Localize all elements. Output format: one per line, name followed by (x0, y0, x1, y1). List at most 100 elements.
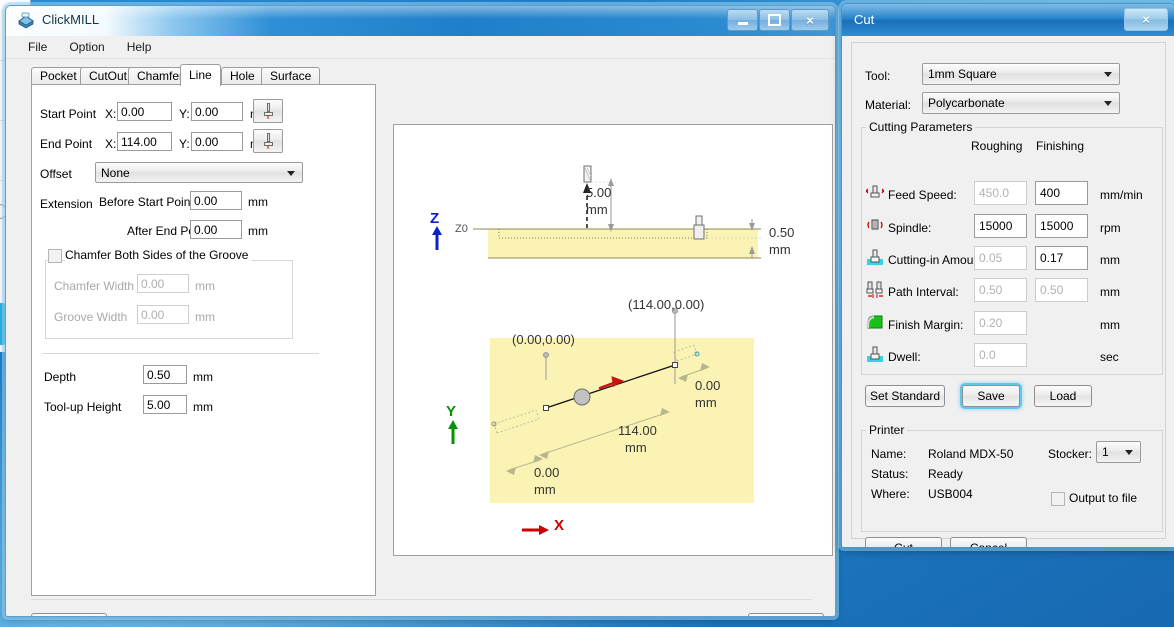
tab-surface[interactable]: Surface (261, 67, 321, 85)
groove-width-unit: mm (195, 310, 215, 324)
finishing-column-header: Finishing (1036, 139, 1085, 153)
length-dim-unit: mm (625, 440, 647, 455)
menu-item-option[interactable]: Option (69, 40, 104, 54)
cutting-in-amount-roughing-input: 0.05 (974, 246, 1027, 270)
end-x-input[interactable]: 114.00 (117, 132, 172, 151)
clickmill-title-bar[interactable]: ClickMILL × (6, 6, 835, 37)
ext-before-dim-unit: mm (534, 482, 556, 497)
window-controls: × (726, 9, 829, 31)
chevron-down-icon (1125, 450, 1133, 455)
stocker-value: 1 (1102, 445, 1109, 459)
cutting-in-amount-finishing-input[interactable]: 0.17 (1035, 246, 1088, 270)
chamfer-width-unit: mm (195, 279, 215, 293)
save-button[interactable]: Save (962, 385, 1020, 407)
printer-group-title: Printer (866, 423, 908, 437)
end-point-pick-button[interactable]: x (253, 129, 283, 153)
spindle-finishing-input[interactable]: 15000 (1035, 214, 1088, 238)
bottom-divider (31, 599, 812, 600)
before-start-label: Before Start Point: (99, 195, 198, 209)
tab-hole[interactable]: Hole (221, 67, 264, 85)
length-dim-value: 114.00 (618, 423, 657, 438)
stocker-select[interactable]: 1 (1096, 441, 1141, 463)
load-button[interactable]: Load (1034, 385, 1092, 407)
close-icon: × (1142, 12, 1150, 27)
output-to-file-label: Output to file (1069, 491, 1138, 505)
ext-after-dim-value: 0.00 (695, 378, 721, 393)
cut-dialog: Cut × Tool: 1mm Square Material: Polycar… (841, 3, 1174, 548)
depth-dim-unit: mm (769, 242, 791, 257)
printer-where-label: Where: (871, 487, 910, 501)
depth-input[interactable]: 0.50 (143, 365, 187, 384)
path-interval-label: Path Interval: (888, 285, 959, 299)
open-cut-dialog-button[interactable]: Cut... (31, 613, 107, 616)
y-axis-arrow-icon (448, 420, 458, 444)
spindle-unit: rpm (1100, 221, 1121, 235)
groove-width-label: Groove Width (54, 310, 128, 324)
close-window-button[interactable]: Close (748, 613, 824, 616)
menu-item-help[interactable]: Help (127, 40, 152, 54)
before-start-input[interactable]: 0.00 (190, 191, 242, 210)
feed-speed-label: Feed Speed: (888, 188, 957, 202)
feed-speed-icon (866, 185, 884, 198)
offset-label: Offset (40, 167, 72, 181)
clickmill-app-icon (18, 12, 34, 29)
cancel-button[interactable]: Cancel (950, 537, 1027, 547)
chevron-down-icon (287, 171, 295, 176)
cut-dialog-title-bar[interactable]: Cut × (842, 4, 1174, 37)
start-point-pick-button[interactable]: x (253, 99, 283, 123)
depth-label: Depth (44, 370, 77, 384)
finish-margin-unit: mm (1100, 318, 1120, 332)
maximize-button[interactable] (759, 9, 790, 31)
dwell-roughing-input: 0.0 (974, 343, 1027, 367)
spindle-roughing-input[interactable]: 15000 (974, 214, 1027, 238)
printer-name-value: Roland MDX-50 (928, 447, 1014, 461)
chamfer-width-label: Chamfer Width (54, 279, 135, 293)
divider (42, 353, 319, 354)
roughing-column-header: Roughing (971, 139, 1023, 153)
start-y-label: Y: (179, 107, 190, 121)
preview-panel: Z Z0 5.00 mm 0.50 mm (114.00,0.00) (0.00… (393, 124, 833, 556)
toolup-height-unit: mm (193, 400, 213, 414)
dwell-label: Dwell: (888, 350, 921, 364)
end-y-label: Y: (179, 137, 190, 151)
chamfer-both-checkbox[interactable] (48, 249, 62, 263)
close-icon: × (806, 12, 814, 28)
y-axis-label: Y (446, 403, 457, 420)
before-start-unit: mm (248, 195, 268, 209)
chevron-down-icon (1104, 101, 1112, 106)
groove-width-input: 0.00 (137, 305, 189, 324)
offset-select[interactable]: None (95, 162, 303, 183)
tool-select[interactable]: 1mm Square (922, 63, 1120, 85)
finish-margin-roughing-input: 0.20 (974, 311, 1027, 335)
offset-value: None (101, 166, 130, 180)
cutting-in-amount-unit: mm (1100, 253, 1120, 267)
end-point-label: End Point (40, 137, 93, 151)
close-button[interactable]: × (791, 9, 829, 31)
set-standard-button[interactable]: Set Standard (865, 385, 945, 407)
chamfer-width-input: 0.00 (137, 274, 189, 293)
cut-dialog-title: Cut (854, 12, 875, 27)
start-coordinate-label: (0.00,0.00) (512, 332, 575, 347)
start-point-label: Start Point (40, 107, 97, 121)
chevron-down-icon (1104, 72, 1112, 77)
start-x-input[interactable]: 0.00 (117, 102, 172, 121)
toolup-height-input[interactable]: 5.00 (143, 395, 187, 414)
tab-pocket[interactable]: Pocket (31, 67, 86, 85)
minimize-button[interactable] (727, 9, 758, 31)
material-value: Polycarbonate (928, 96, 1005, 110)
end-y-input[interactable]: 0.00 (191, 132, 243, 151)
toolup-dim-unit: mm (586, 202, 608, 217)
cutting-in-amount-label: Cutting-in Amount: (888, 253, 987, 267)
ext-before-dim-value: 0.00 (534, 465, 560, 480)
after-end-input[interactable]: 0.00 (190, 220, 242, 239)
feed-speed-finishing-input[interactable]: 400 (1035, 181, 1088, 205)
material-select[interactable]: Polycarbonate (922, 92, 1120, 114)
menu-item-file[interactable]: File (28, 40, 47, 54)
output-to-file-checkbox[interactable] (1051, 492, 1065, 506)
start-y-input[interactable]: 0.00 (191, 102, 243, 121)
end-coordinate-label: (114.00,0.00) (628, 297, 705, 312)
tab-line[interactable]: Line (180, 64, 221, 86)
cut-button[interactable]: Cut (865, 537, 942, 547)
menu-bar: File Option Help (6, 36, 835, 59)
cut-dialog-close-button[interactable]: × (1124, 8, 1168, 31)
